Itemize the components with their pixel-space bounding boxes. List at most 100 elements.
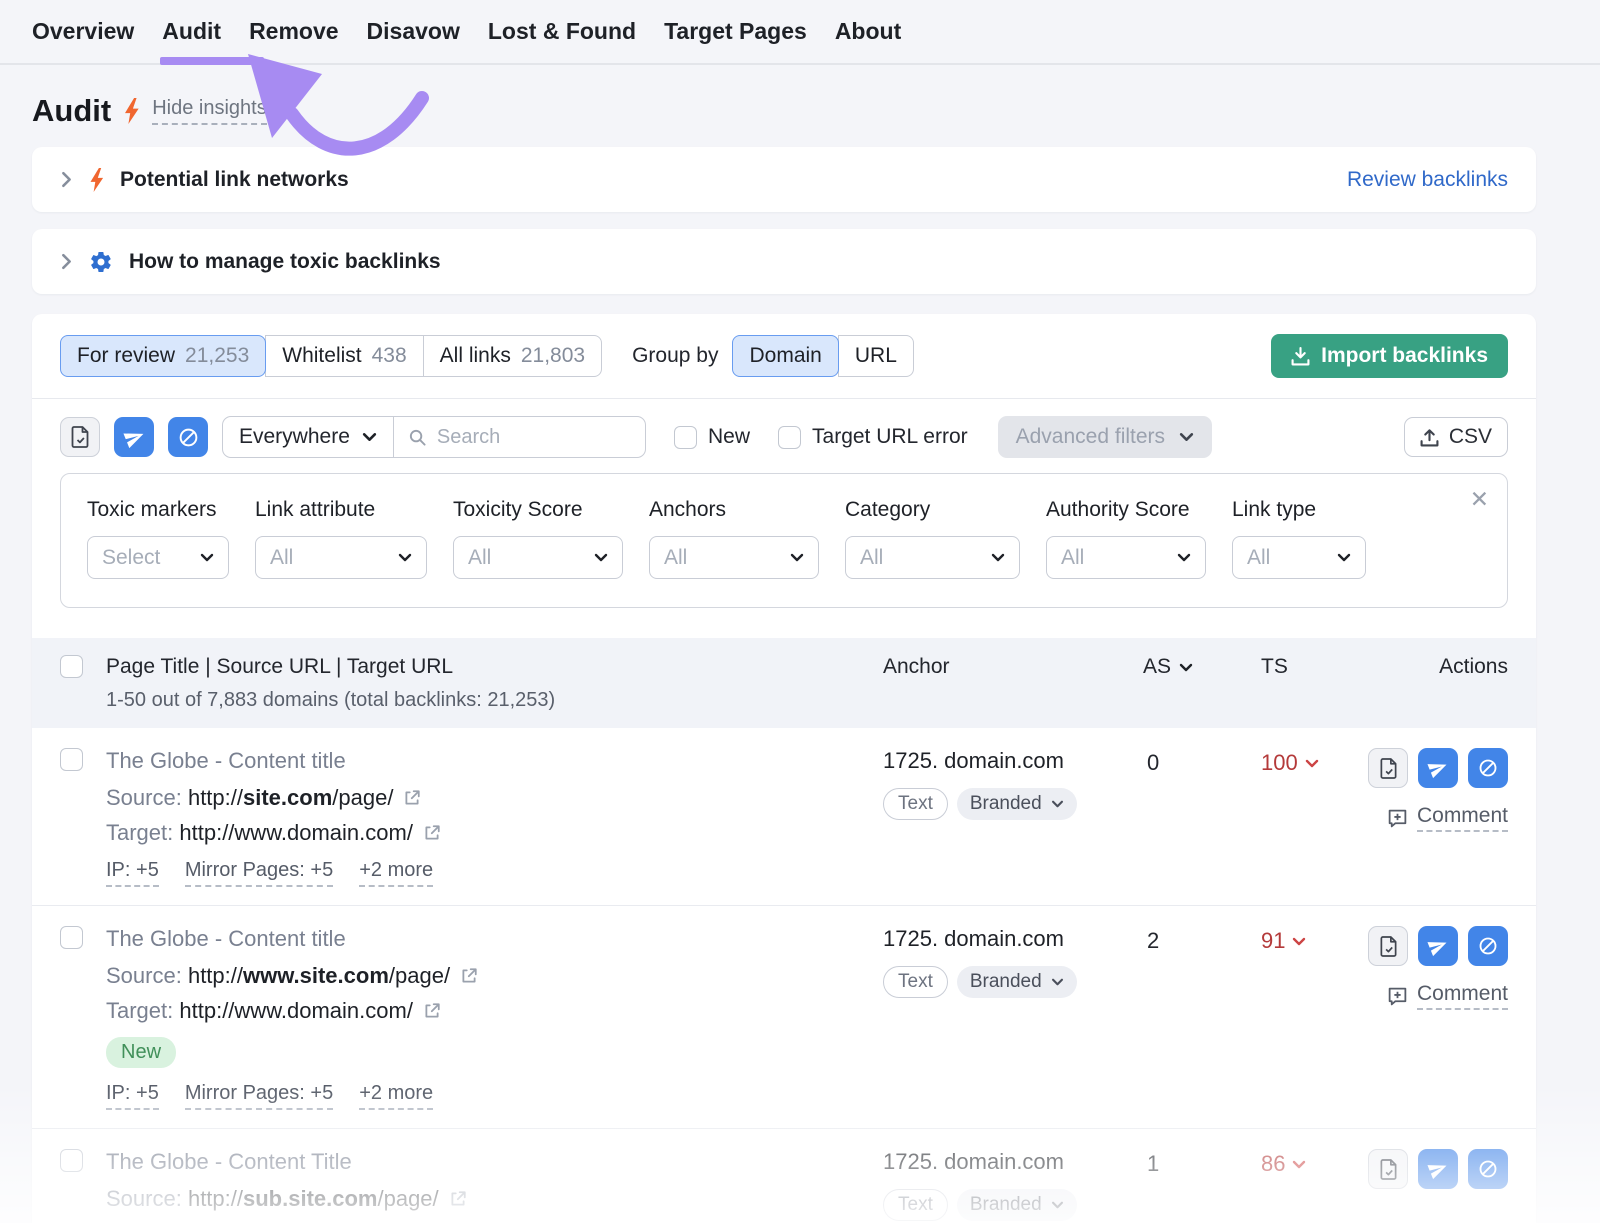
new-filter-checkbox[interactable]: New (674, 425, 750, 449)
group-by-toggle: Domain URL (732, 335, 913, 377)
toggle-label: Domain (749, 344, 821, 368)
move-to-list-button[interactable] (1368, 926, 1408, 966)
nav-tab-about[interactable]: About (833, 16, 903, 47)
page-title-text: The Globe - Content title (106, 926, 883, 952)
tab-all-links[interactable]: All links 21,803 (423, 335, 602, 377)
ip-marker[interactable]: IP: +5 (106, 1082, 159, 1110)
more-markers[interactable]: +2 more (359, 859, 433, 887)
category-select[interactable]: All (845, 536, 1020, 579)
more-markers[interactable]: +2 more (359, 1082, 433, 1110)
nav-tab-label: Lost & Found (488, 18, 636, 44)
chevron-right-icon[interactable] (60, 169, 73, 190)
mirror-pages-marker[interactable]: Mirror Pages: +5 (185, 1082, 333, 1110)
branded-tag-dropdown[interactable]: Branded (957, 1189, 1077, 1221)
advanced-filters-button[interactable]: Advanced filters (998, 416, 1212, 458)
row-checkbox[interactable] (60, 1149, 83, 1172)
filter-link-attribute: Link attribute All (255, 498, 427, 579)
select-value: Select (102, 546, 160, 570)
toxic-markers-select[interactable]: Select (87, 536, 229, 579)
export-csv-button[interactable]: CSV (1404, 417, 1508, 457)
tab-label: For review (77, 344, 175, 368)
tab-whitelist[interactable]: Whitelist 438 (265, 335, 423, 377)
block-icon (1478, 758, 1498, 778)
nav-tab-overview[interactable]: Overview (30, 16, 136, 47)
paper-plane-icon (1425, 933, 1451, 959)
import-backlinks-button[interactable]: Import backlinks (1271, 334, 1508, 378)
filter-label: Toxic markers (87, 498, 229, 522)
branded-tag-dropdown[interactable]: Branded (957, 966, 1077, 998)
nav-tab-lost-found[interactable]: Lost & Found (486, 16, 638, 47)
scope-dropdown[interactable]: Everywhere (223, 417, 394, 457)
toxicity-score-dropdown[interactable]: 86 (1213, 1149, 1333, 1177)
column-as-sort[interactable]: AS (1123, 655, 1213, 679)
external-link-icon[interactable] (423, 1002, 441, 1020)
comment-link[interactable]: Comment (1387, 982, 1508, 1010)
chevron-down-icon (398, 553, 412, 562)
search-input[interactable] (437, 426, 587, 449)
tab-for-review[interactable]: For review 21,253 (60, 335, 266, 377)
source-path: /page/ (332, 785, 393, 810)
block-button[interactable] (168, 417, 208, 457)
checkbox[interactable] (778, 426, 801, 449)
block-button[interactable] (1468, 1149, 1508, 1189)
anchors-select[interactable]: All (649, 536, 819, 579)
mirror-pages-marker[interactable]: Mirror Pages: +5 (185, 859, 333, 887)
external-link-icon[interactable] (403, 789, 421, 807)
table-row: The Globe - Content title Source: http:/… (32, 728, 1536, 905)
anchor-cell: 1725. domain.com Text Branded (883, 926, 1123, 998)
external-link-icon[interactable] (460, 967, 478, 985)
move-to-list-button[interactable] (60, 417, 100, 457)
toxicity-score-value: 86 (1261, 1151, 1285, 1177)
block-button[interactable] (1468, 926, 1508, 966)
whitelist-send-button[interactable] (1418, 748, 1458, 788)
checkbox[interactable] (674, 426, 697, 449)
branded-tag-dropdown[interactable]: Branded (957, 788, 1077, 820)
whitelist-send-button[interactable] (114, 417, 154, 457)
toxicity-score-select[interactable]: All (453, 536, 623, 579)
hide-insights-link[interactable]: Hide insights (152, 97, 267, 125)
move-to-list-button[interactable] (1368, 1149, 1408, 1189)
link-attribute-select[interactable]: All (255, 536, 427, 579)
nav-tab-disavow[interactable]: Disavow (365, 16, 462, 47)
tab-label: All links (440, 344, 511, 368)
target-url-error-checkbox[interactable]: Target URL error (778, 425, 968, 449)
target-url: http://www.domain.com/ (179, 998, 413, 1023)
move-to-list-button[interactable] (1368, 748, 1408, 788)
authority-score-select[interactable]: All (1046, 536, 1206, 579)
block-button[interactable] (1468, 748, 1508, 788)
filters-panel: Toxic markers Select Link attribute All … (60, 473, 1508, 608)
comment-link[interactable]: Comment (1387, 804, 1508, 832)
row-checkbox[interactable] (60, 926, 83, 949)
select-all-checkbox[interactable] (60, 655, 83, 678)
tag-label: Branded (970, 971, 1042, 993)
url-scheme: http:// (188, 963, 243, 988)
nav-tab-remove[interactable]: Remove (247, 16, 340, 47)
close-filters-icon[interactable]: ✕ (1470, 488, 1489, 511)
group-by-label: Group by (632, 344, 718, 368)
block-icon (178, 427, 199, 448)
link-type-select[interactable]: All (1232, 536, 1366, 579)
toxicity-score-dropdown[interactable]: 100 (1213, 748, 1333, 776)
url-scheme: http:// (188, 785, 243, 810)
ip-marker[interactable]: IP: +5 (106, 859, 159, 887)
anchor-type-tag: Text (883, 788, 948, 820)
toxicity-score-dropdown[interactable]: 91 (1213, 926, 1333, 954)
nav-tab-target-pages[interactable]: Target Pages (662, 16, 809, 47)
external-link-icon[interactable] (423, 824, 441, 842)
nav-tab-audit[interactable]: Audit (160, 16, 223, 47)
target-url-line: Target: http://www.domain.com/ (106, 820, 883, 846)
chevron-down-icon (362, 432, 377, 442)
tag-label: Branded (970, 793, 1042, 815)
chevron-down-icon (1179, 663, 1193, 672)
paper-plane-icon (1425, 755, 1451, 781)
review-backlinks-link[interactable]: Review backlinks (1347, 168, 1508, 192)
whitelist-send-button[interactable] (1418, 926, 1458, 966)
whitelist-send-button[interactable] (1418, 1149, 1458, 1189)
table-row: The Globe - Content title Source: http:/… (32, 905, 1536, 1128)
external-link-icon[interactable] (449, 1190, 467, 1208)
group-by-domain-button[interactable]: Domain (732, 335, 838, 377)
button-label: CSV (1449, 425, 1492, 449)
group-by-url-button[interactable]: URL (838, 335, 914, 377)
row-checkbox[interactable] (60, 748, 83, 771)
chevron-right-icon[interactable] (60, 251, 73, 272)
